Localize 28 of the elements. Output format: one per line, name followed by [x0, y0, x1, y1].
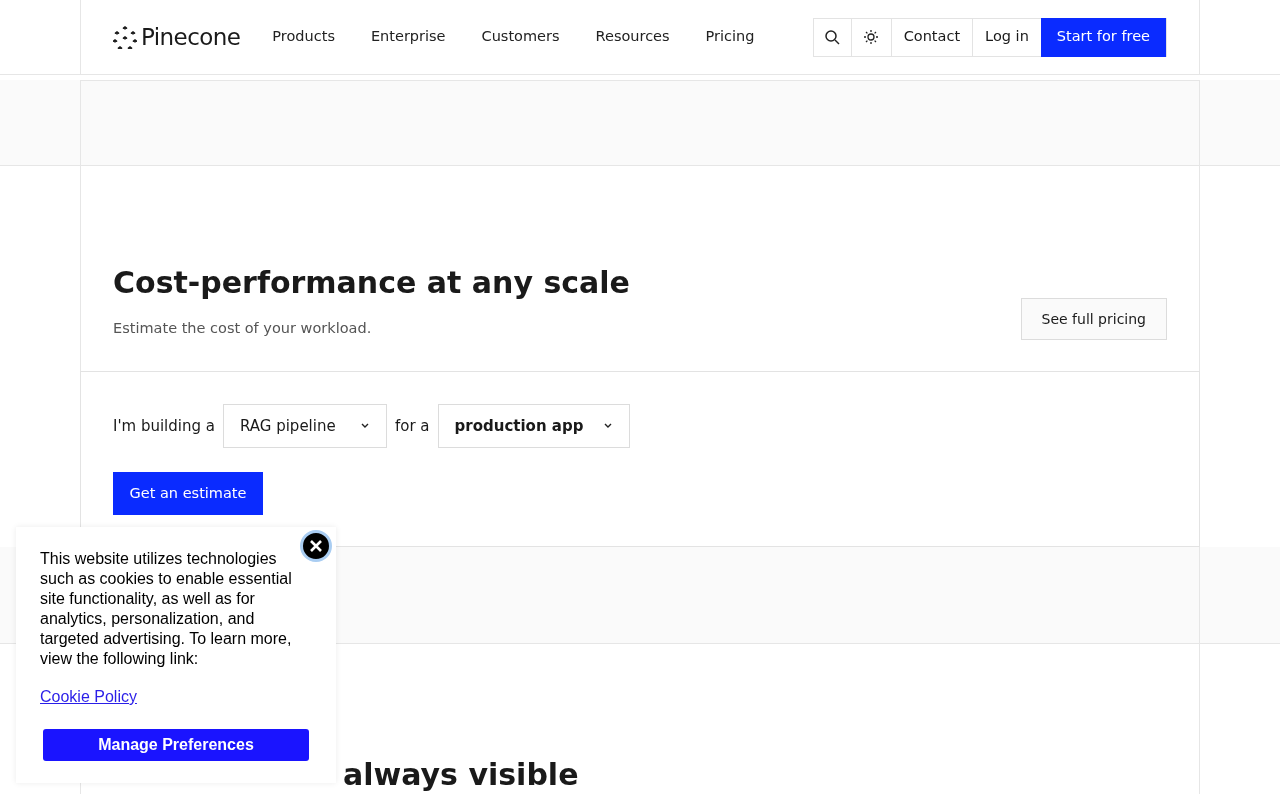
- section-title: always visible: [343, 756, 580, 794]
- close-icon: [309, 539, 323, 553]
- nav-link[interactable]: Products: [272, 26, 335, 48]
- nav-link[interactable]: Enterprise: [370, 26, 446, 48]
- estimator-joiner: for a: [394, 416, 430, 437]
- chevron-down-icon: [602, 423, 613, 430]
- cookie-policy-link[interactable]: Cookie Policy: [40, 685, 137, 709]
- see-full-pricing-button[interactable]: See full pricing: [1020, 298, 1167, 341]
- nav-link[interactable]: Resources: [595, 26, 670, 48]
- stage-dropdown[interactable]: production app: [437, 404, 630, 449]
- close-button[interactable]: [300, 530, 332, 562]
- nav-link[interactable]: Customers: [481, 26, 560, 48]
- chevron-down-icon: [359, 423, 370, 430]
- section-subtitle: Estimate the cost of your workload.: [113, 318, 373, 338]
- cookie-text: This website utilizes technologies such as cookies to enable essential site functionality, as well as for analytics, personalization, and targeted advertising. To learn more, view the following link:: [40, 549, 293, 669]
- use-case-dropdown[interactable]: RAG pipeline: [222, 404, 387, 449]
- nav-link[interactable]: Pricing: [705, 26, 755, 48]
- login-button[interactable]: Log in: [973, 18, 1041, 56]
- estimator-lead: I'm building a: [113, 416, 215, 437]
- contact-button[interactable]: Contact: [891, 18, 974, 56]
- start-free-button[interactable]: Start for free: [1040, 17, 1166, 57]
- manage-preferences-button[interactable]: Manage Preferences: [43, 729, 309, 761]
- section-title: Cost-performance at any scale: [113, 264, 630, 302]
- logo-text[interactable]: Pinecone: [141, 19, 241, 55]
- get-estimate-button[interactable]: Get an estimate: [113, 472, 263, 516]
- sun-icon: [863, 29, 880, 45]
- search-icon: [824, 29, 841, 45]
- logo-icon: [113, 25, 137, 49]
